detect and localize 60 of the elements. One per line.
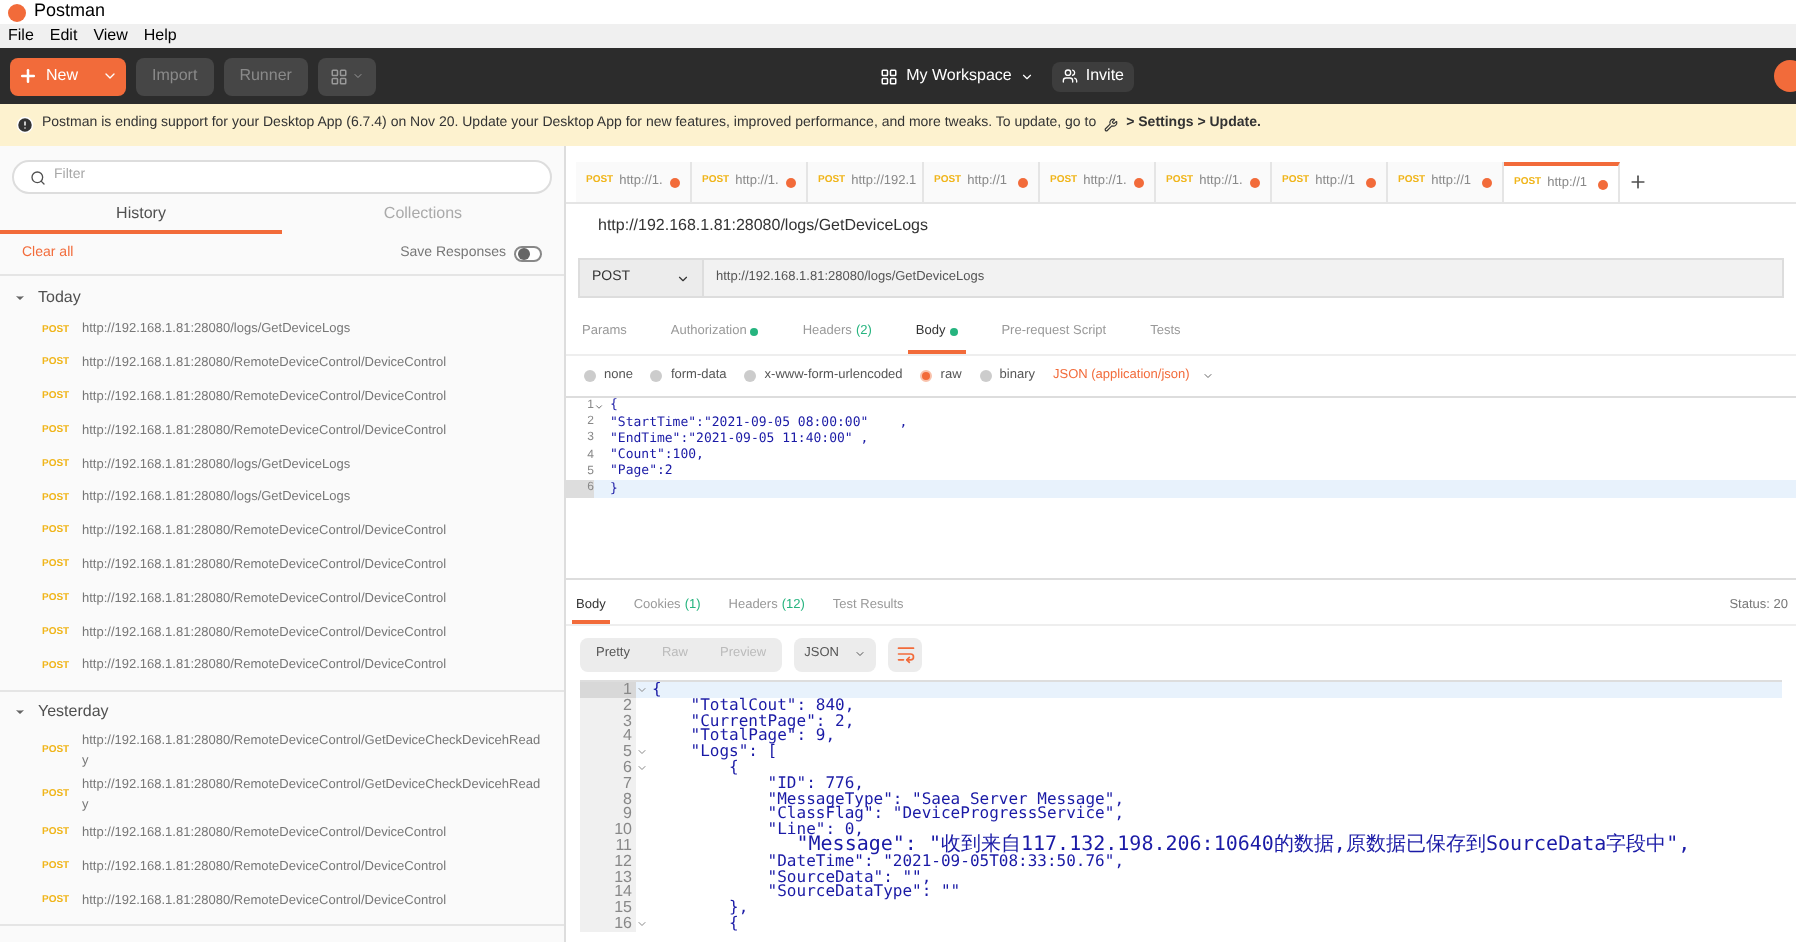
caret-icon — [102, 68, 119, 84]
wrench-icon — [1104, 118, 1119, 132]
menu-item[interactable]: Edit — [49, 24, 78, 48]
plus-icon — [18, 66, 38, 86]
code-line: "CurrentPage": 2, — [688, 713, 855, 729]
app-logo-icon — [8, 3, 26, 21]
grid-icon — [880, 67, 899, 85]
toolbar-button[interactable]: Import — [136, 57, 214, 95]
caret-icon — [1201, 370, 1214, 382]
menu-item[interactable]: View — [93, 24, 128, 48]
window-icon — [329, 67, 348, 85]
code-line: "Line": 0, — [765, 822, 864, 838]
code-line: { — [727, 915, 739, 932]
caret-icon — [1019, 69, 1034, 83]
line-number: 5 — [580, 744, 636, 760]
code-line: "Logs": [ — [688, 744, 778, 760]
code-line: "Message": "收到来自117.132.198.206:10640的数据,原数据已保存到SourceData字段中", — [796, 837, 1691, 854]
line-number: 14 — [580, 884, 636, 901]
caret-icon — [676, 271, 690, 285]
search-icon — [30, 169, 46, 185]
line-number: 15 — [580, 900, 636, 916]
code-line: "SourceDataType": "" — [765, 884, 961, 901]
code-line: "SourceData": "", — [765, 869, 932, 885]
users-icon — [1061, 68, 1078, 84]
request-title: http://192.168.1.81:28080/logs/GetDeviceLogs — [596, 214, 931, 238]
wrap-button[interactable] — [888, 637, 923, 671]
sidebar-tab[interactable]: History — [0, 196, 282, 234]
menu-item[interactable]: File — [8, 24, 34, 48]
line-number: 1 — [580, 682, 636, 698]
code-line: "DateTime": "2021-09-05T08:33:50.76", — [765, 853, 1125, 870]
save-responses-toggle[interactable] — [514, 246, 542, 262]
group-header[interactable]: Yesterday — [38, 700, 109, 725]
toolbar-button[interactable]: Runner — [223, 57, 308, 95]
expand-icon[interactable] — [14, 291, 26, 303]
line-number: 9 — [580, 806, 636, 823]
code-line: "ID": 776, — [765, 775, 864, 792]
sidebar-tab[interactable]: Collections — [282, 196, 564, 234]
new-button[interactable]: New — [10, 57, 127, 95]
group-header[interactable]: Today — [38, 285, 81, 309]
code-line: "MessageType": "Saea Server Message", — [765, 791, 1125, 807]
code-line: { — [729, 759, 739, 776]
add-tab-icon[interactable] — [1628, 172, 1648, 192]
code-line: "ClassFlag": "DeviceProgressService", — [765, 806, 1125, 823]
code-line: { — [652, 682, 662, 698]
code-line: "TotalCout": 840, — [688, 697, 855, 714]
line-number: 10 — [580, 822, 636, 838]
fold-icon[interactable] — [594, 401, 604, 412]
wrap-icon — [895, 644, 916, 664]
line-number: 4 — [580, 728, 636, 745]
code-line: "TotalPage": 9, — [688, 728, 836, 745]
caret-icon — [854, 648, 867, 660]
expand-icon[interactable] — [14, 706, 26, 719]
workspace-button[interactable]: My Workspace — [880, 64, 1034, 88]
window-title: Postman — [34, 0, 106, 25]
alert-icon — [16, 116, 34, 134]
caret-icon — [351, 70, 364, 82]
menu-item[interactable]: Help — [143, 24, 177, 48]
invite-button[interactable]: Invite — [1051, 61, 1134, 91]
code-line: }, — [727, 900, 749, 916]
new-window-button[interactable] — [317, 57, 376, 95]
